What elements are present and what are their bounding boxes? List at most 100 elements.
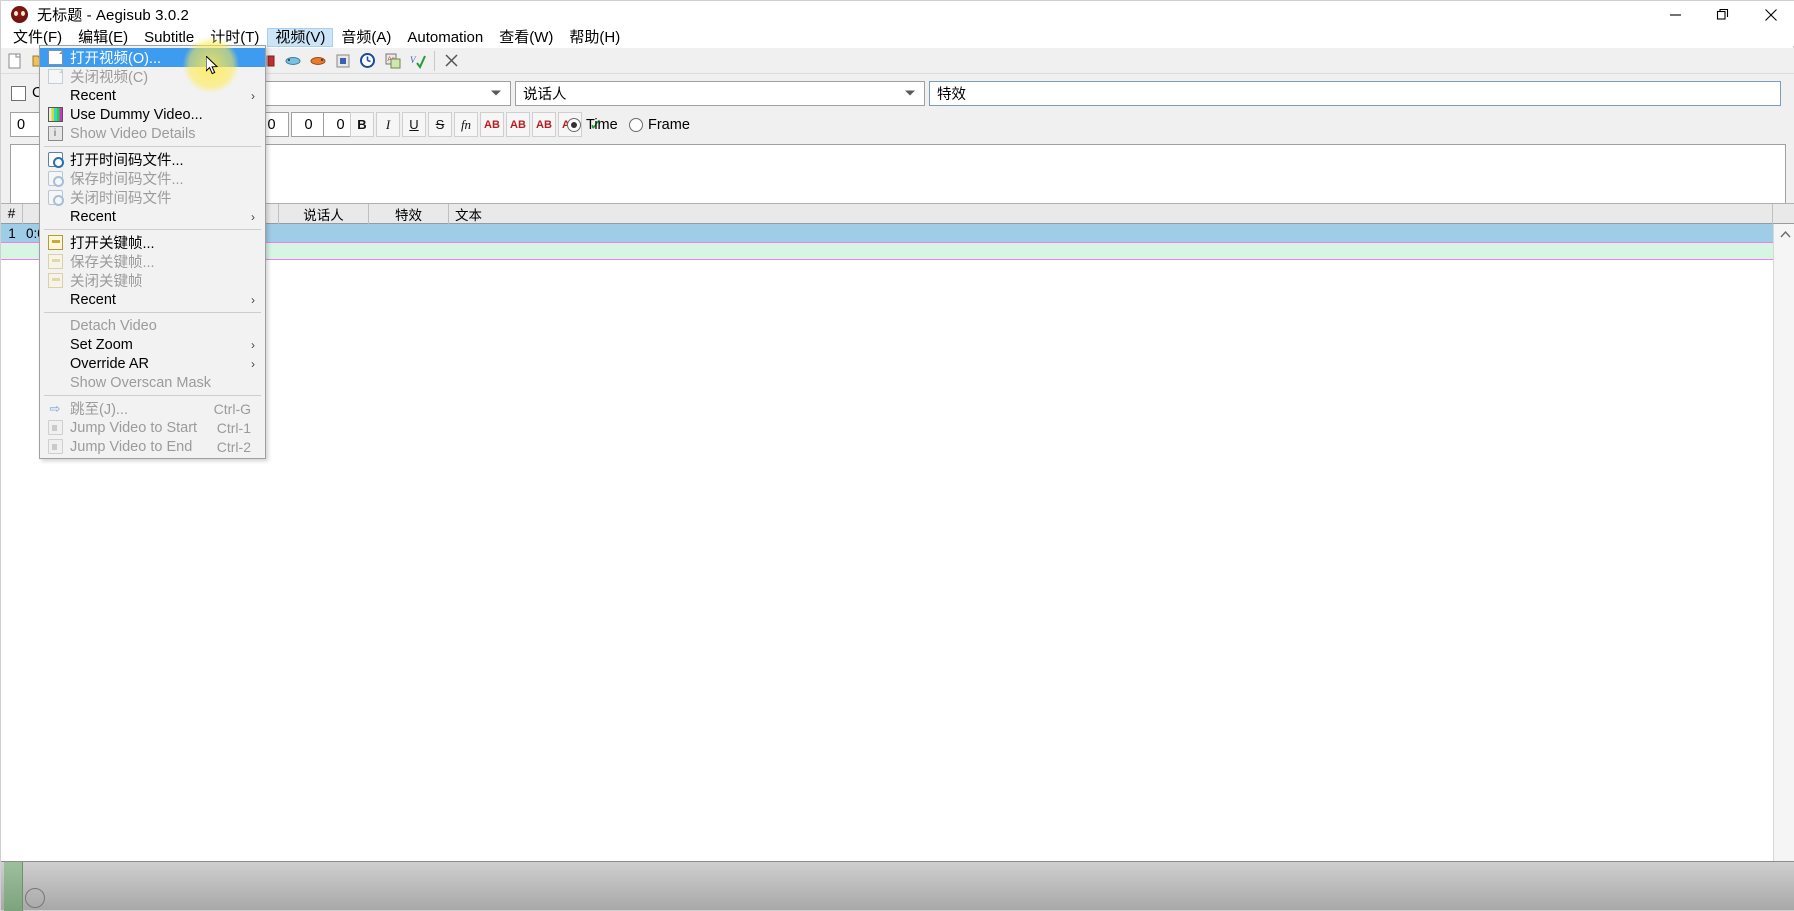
edit-row-top: Co 说话人 特效 (1, 80, 1794, 106)
jump-to-accel: Ctrl-G (213, 400, 251, 417)
save-timecodes-icon (40, 169, 70, 188)
menu-automation[interactable]: Automation (399, 28, 491, 47)
grid-header-row: # 开始 结束 样式 说话人 特效 文本 (1, 203, 1794, 224)
close-icon[interactable] (1747, 1, 1794, 28)
outline-color-button[interactable]: AB (532, 112, 556, 137)
scroll-up-arrow-icon[interactable] (1774, 224, 1794, 244)
translation-assistant-icon[interactable]: Aa (380, 49, 405, 73)
font-button[interactable]: fn (454, 112, 478, 137)
open-video-icon (40, 48, 70, 67)
effect-field-value: 特效 (937, 86, 966, 103)
menu-audio[interactable]: 音频(A) (333, 28, 399, 47)
actor-combobox[interactable]: 说话人 (515, 80, 925, 106)
row-effect (369, 242, 449, 260)
main-toolbar: S Aa (1, 48, 1794, 74)
menu-item-save-keyframes: 保存关键帧... (40, 252, 265, 271)
blank-icon (40, 207, 70, 226)
menu-item-recent-timecodes[interactable]: Recent › (40, 207, 265, 226)
row-text (449, 224, 1773, 242)
time-mode-time[interactable]: Time (567, 117, 618, 133)
chevron-right-icon: › (251, 88, 255, 103)
secondary-color-button[interactable]: AB (506, 112, 530, 137)
save-keyframes-icon (40, 252, 70, 271)
chevron-right-icon: › (251, 356, 255, 371)
menu-item-recent-video[interactable]: Recent › (40, 86, 265, 105)
strikeout-button[interactable]: S (428, 112, 452, 137)
open-timecodes-icon (40, 150, 70, 169)
window-title: 无标题 - Aegisub 3.0.2 (37, 7, 189, 24)
menu-item-set-zoom[interactable]: Set Zoom › (40, 335, 265, 354)
blank-icon (40, 316, 70, 335)
time-radio-label: Time (586, 116, 618, 133)
grid-col-actor[interactable]: 说话人 (279, 203, 369, 224)
bold-button[interactable]: B (350, 112, 374, 137)
edit-row-middle: 0 0 0 0 B I U S fn AB AB AB AB ✓ (1, 111, 1794, 138)
table-row[interactable] (1, 242, 1794, 260)
margin-right-field[interactable]: 0 (291, 112, 326, 137)
menu-video[interactable]: 视频(V) (267, 27, 334, 47)
menu-item-recent-keyframes[interactable]: Recent › (40, 290, 265, 309)
table-row[interactable]: 1 0:0 (1, 224, 1794, 242)
row-number: 1 (8, 225, 16, 241)
menu-separator (44, 395, 261, 396)
row-actor (279, 242, 369, 260)
menu-item-jump-video-to-start: Jump Video to Start Ctrl-1 (40, 418, 265, 437)
menu-timing[interactable]: 计时(T) (202, 28, 267, 47)
frame-radio[interactable] (629, 117, 643, 132)
chevron-right-icon: › (251, 337, 255, 352)
shift-to-frame-icon[interactable] (355, 49, 380, 73)
menu-item-show-overscan-mask: Show Overscan Mask (40, 373, 265, 392)
menu-item-open-video[interactable]: 打开视频(O)... (40, 48, 265, 67)
menu-subtitle[interactable]: Subtitle (136, 28, 202, 47)
close-timecodes-icon (40, 188, 70, 207)
spellcheck-icon[interactable]: V (405, 49, 430, 73)
menu-item-override-ar[interactable]: Override AR › (40, 354, 265, 373)
minimize-icon[interactable] (1651, 1, 1699, 28)
underline-button[interactable]: U (402, 112, 426, 137)
italic-button[interactable]: I (376, 112, 400, 137)
row-actor (279, 224, 369, 242)
menu-item-close-keyframes: 关闭关键帧 (40, 271, 265, 290)
open-keyframes-icon (40, 233, 70, 252)
frame-radio-label: Frame (648, 116, 690, 133)
menu-item-detach-video: Detach Video (40, 316, 265, 335)
comment-checkbox[interactable] (11, 85, 26, 101)
close-keyframes-icon (40, 271, 70, 290)
aegisub-window: 无标题 - Aegisub 3.0.2 文件(F) 编辑(E) Subtitle… (0, 0, 1794, 911)
new-subtitles-icon[interactable] (3, 49, 28, 73)
svg-text:V: V (410, 55, 417, 65)
grid-col-text[interactable]: 文本 (449, 203, 1773, 224)
menu-separator (44, 146, 261, 147)
timing-postprocessor-icon[interactable] (280, 49, 305, 73)
row-number (1, 242, 23, 260)
menu-help[interactable]: 帮助(H) (561, 28, 628, 47)
menu-edit[interactable]: 编辑(E) (70, 28, 136, 47)
search-replace-icon[interactable] (439, 49, 464, 73)
select-lines-icon[interactable] (330, 49, 355, 73)
menu-item-use-dummy-video[interactable]: Use Dummy Video... (40, 105, 265, 124)
primary-color-button[interactable]: AB (480, 112, 504, 137)
menu-item-open-timecodes[interactable]: 打开时间码文件... (40, 150, 265, 169)
jump-start-accel: Ctrl-1 (216, 419, 251, 436)
menu-item-open-keyframes[interactable]: 打开关键帧... (40, 233, 265, 252)
maximize-icon[interactable] (1699, 1, 1747, 28)
grid-col-effect[interactable]: 特效 (369, 203, 449, 224)
layer-value: 0 (17, 116, 26, 133)
time-radio[interactable] (567, 117, 581, 132)
menu-item-close-timecodes: 关闭时间码文件 (40, 188, 265, 207)
grid-vertical-scrollbar[interactable] (1773, 224, 1794, 864)
menu-item-jump-video-to-end: Jump Video to End Ctrl-2 (40, 437, 265, 456)
subtitle-text-editor[interactable] (10, 144, 1786, 204)
menu-item-save-timecodes: 保存时间码文件... (40, 169, 265, 188)
menu-file[interactable]: 文件(F) (5, 28, 70, 47)
menu-item-show-video-details: i Show Video Details (40, 124, 265, 143)
close-video-icon (40, 67, 70, 86)
window-controls (1651, 1, 1794, 28)
chevron-down-icon (905, 90, 915, 96)
time-mode-frame[interactable]: Frame (629, 117, 690, 133)
kanji-timer-icon[interactable] (305, 49, 330, 73)
margin-vertical-value: 0 (336, 116, 345, 133)
grid-col-number[interactable]: # (1, 203, 23, 224)
effect-field[interactable]: 特效 (929, 80, 1781, 106)
menu-view[interactable]: 查看(W) (491, 28, 561, 47)
